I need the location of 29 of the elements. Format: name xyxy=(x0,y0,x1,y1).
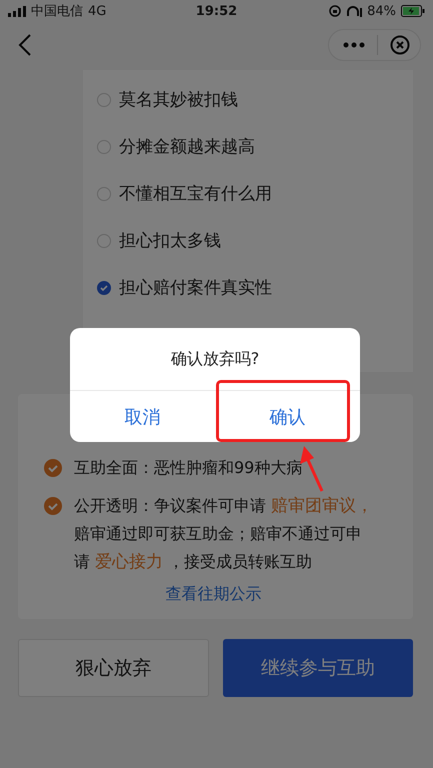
annotation-arrow xyxy=(300,446,324,492)
benefit-text: 互助全面：恶性肿瘤和99种大病 xyxy=(74,457,302,479)
dialog-button[interactable]: 确认 xyxy=(228,396,346,438)
quit-button[interactable]: 狠心放弃 xyxy=(18,639,209,697)
check-icon xyxy=(44,497,62,515)
signal-icon xyxy=(8,6,26,16)
continue-button[interactable]: 继续参与互助 xyxy=(223,639,413,697)
back-button[interactable] xyxy=(18,33,32,57)
network-type: 4G xyxy=(88,4,106,18)
reason-option[interactable]: 担心扣太多钱 xyxy=(97,217,413,264)
benefit-text: 公开透明：争议案件可申请 赔审团审议， 赔审通过即可获互助金；赔审不通过可申请 爱心接力 ，接受成员转账互助 xyxy=(74,495,374,574)
reason-option[interactable]: 不懂相互宝有什么用 xyxy=(97,170,413,217)
battery-icon xyxy=(401,5,425,17)
headphones-icon xyxy=(346,5,362,17)
check-icon xyxy=(44,459,62,477)
dialog-button[interactable]: 取消 xyxy=(84,396,202,438)
lock-rotation-icon xyxy=(329,5,342,17)
battery-percent: 84% xyxy=(367,4,396,18)
clock: 19:52 xyxy=(196,4,238,18)
reason-option[interactable]: 莫名其妙被扣钱 xyxy=(97,76,413,123)
checkmark-icon xyxy=(99,282,109,292)
radio-button[interactable] xyxy=(97,280,111,294)
close-icon[interactable] xyxy=(390,35,410,55)
reason-option[interactable]: 分摊金额越来越高 xyxy=(97,123,413,170)
reason-option[interactable]: 担心赔付案件真实性 xyxy=(97,264,413,311)
carrier: 中国电信 xyxy=(31,3,83,20)
history-link[interactable]: 查看往期公示 xyxy=(166,584,262,605)
more-icon[interactable] xyxy=(343,42,365,48)
dialog-message: 确认放弃吗? xyxy=(70,328,360,391)
